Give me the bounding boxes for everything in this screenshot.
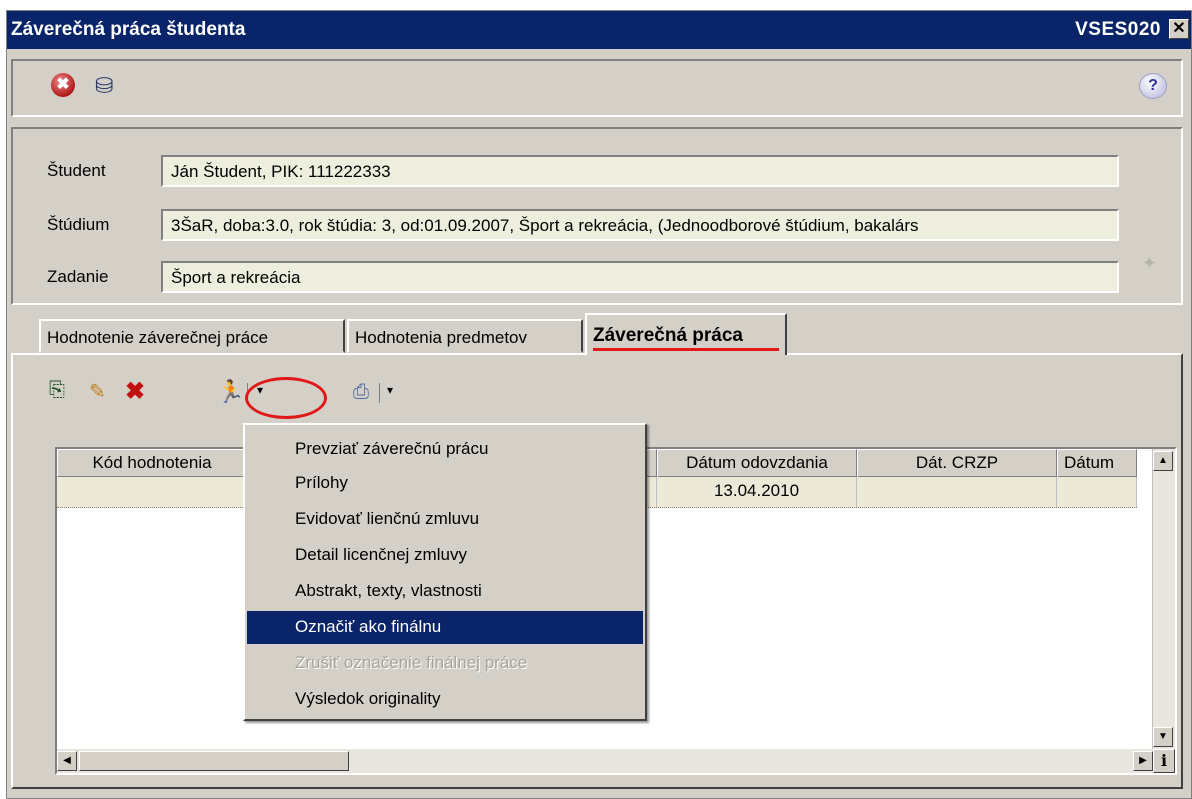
annotation-circle <box>245 377 327 419</box>
menu-item-abstract[interactable]: Abstrakt, texty, vlastnosti <box>247 575 643 608</box>
menu-item-mark-final[interactable]: Označiť ako finálnu <box>247 611 643 644</box>
study-label: Štúdium <box>47 215 110 234</box>
col-header-code[interactable]: Kód hodnotenia <box>57 449 247 477</box>
horizontal-scrollbar[interactable]: ◀ ▶ <box>57 749 1155 773</box>
tab-thesis[interactable]: Záverečná práca <box>585 313 787 355</box>
menu-item-originality-result[interactable]: Výsledok originality <box>247 683 643 716</box>
tab-label: Hodnotenie záverečnej práce <box>47 328 269 347</box>
delete-icon[interactable]: ✖ <box>125 377 145 406</box>
menu-item-register-license[interactable]: Evidovať lienčnú zmluvu <box>247 503 643 536</box>
main-window: Záverečná práca študenta VSES020 ✕ ✖ ⛁ ?… <box>6 10 1192 799</box>
tab-label: Hodnotenia predmetov <box>355 328 528 347</box>
dropdown-arrow-icon: ▾ <box>387 383 394 397</box>
title-bar: Záverečná práca študenta VSES020 ✕ <box>7 11 1191 49</box>
exit-icon[interactable]: ✖ <box>51 73 75 97</box>
col-header-date-submitted[interactable]: Dátum odovzdania <box>657 449 857 477</box>
cell-date <box>1057 477 1137 507</box>
student-info-panel: Študent Ján Študent, PIK: 111222333 Štúd… <box>11 127 1183 305</box>
scroll-down-icon[interactable]: ▼ <box>1153 727 1173 747</box>
close-icon[interactable]: ✕ <box>1169 19 1189 39</box>
cell-crzp <box>857 477 1057 507</box>
vertical-scrollbar[interactable]: ▲ ▼ <box>1152 449 1175 773</box>
study-field: 3ŠaR, doba:3.0, rok štúdia: 3, od:01.09.… <box>161 209 1119 241</box>
scroll-right-icon[interactable]: ▶ <box>1133 751 1153 771</box>
scroll-left-icon[interactable]: ◀ <box>57 751 77 771</box>
assignment-label: Zadanie <box>47 267 109 286</box>
new-record-icon[interactable]: ⎘ <box>49 379 65 402</box>
info-icon[interactable]: i <box>1153 749 1175 773</box>
database-icon[interactable]: ⛁ <box>95 73 113 99</box>
col-header-crzp[interactable]: Dát. CRZP <box>857 449 1057 477</box>
cell-date-submitted: 13.04.2010 <box>657 477 857 507</box>
menu-item-unmark-final: Zrušiť označenie finálnej práce <box>295 653 528 672</box>
edit-icon[interactable]: ✎ <box>89 379 106 404</box>
window-title: Záverečná práca študenta <box>11 19 246 40</box>
student-field: Ján Študent, PIK: 111222333 <box>161 155 1119 187</box>
scroll-up-icon[interactable]: ▲ <box>1153 451 1173 471</box>
main-toolbar: ✖ ⛁ ? <box>11 59 1183 117</box>
menu-item-attachments[interactable]: Prílohy <box>247 467 643 500</box>
help-icon[interactable]: ? <box>1139 73 1167 99</box>
lookup-icon: ✦ <box>1141 253 1157 273</box>
menu-item-take-over-thesis[interactable]: Prevziať záverečnú prácu <box>247 433 643 466</box>
col-header-date[interactable]: Dátum <box>1057 449 1137 477</box>
tab-label: Záverečná práca <box>593 325 743 346</box>
print-dropdown-button[interactable]: ⎙ ▾ <box>353 379 403 409</box>
tab-thesis-evaluation[interactable]: Hodnotenie záverečnej práce <box>39 319 345 353</box>
separator <box>379 383 380 403</box>
actions-menu: Prevziať záverečnú prácu Prílohy Evidova… <box>243 423 647 721</box>
annotation-underline <box>593 348 779 351</box>
menu-item-license-detail[interactable]: Detail licenčnej zmluvy <box>247 539 643 572</box>
print-icon: ⎙ <box>353 381 369 403</box>
window-code: VSES020 <box>1075 19 1161 40</box>
scroll-thumb[interactable] <box>79 751 349 771</box>
student-label: Študent <box>47 161 106 180</box>
assignment-field: Šport a rekreácia <box>161 261 1119 293</box>
running-man-icon: 🏃 <box>217 379 245 404</box>
tab-course-evaluations[interactable]: Hodnotenia predmetov <box>347 319 583 353</box>
